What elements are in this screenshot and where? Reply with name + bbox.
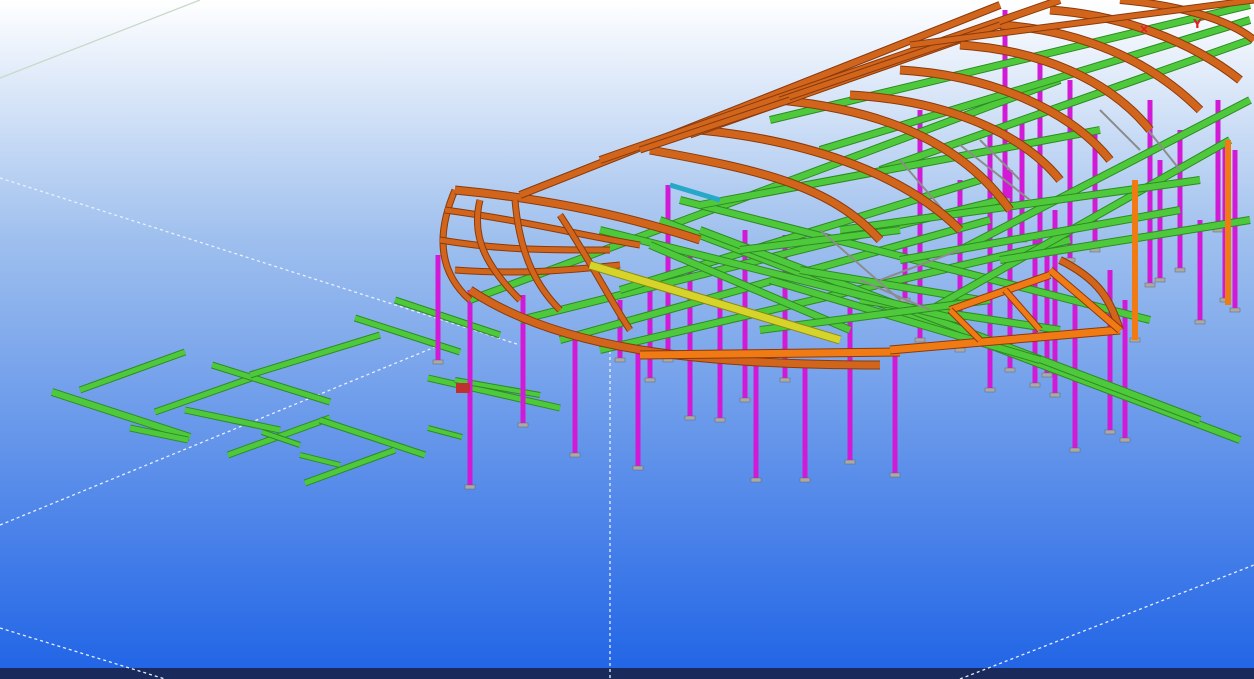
baseplate[interactable] [1194, 319, 1206, 325]
edge-beam[interactable] [639, 348, 901, 359]
baseplate[interactable] [844, 459, 856, 465]
baseplate[interactable] [632, 465, 644, 471]
baseplate[interactable] [644, 377, 656, 383]
baseplate[interactable] [614, 357, 626, 363]
baseplate[interactable] [1144, 282, 1156, 288]
baseplate[interactable] [1069, 447, 1081, 453]
baseplate[interactable] [684, 415, 696, 421]
structural-model-canvas[interactable]: × Y [0, 0, 1254, 679]
baseplate[interactable] [1004, 367, 1016, 373]
axis-y-marker: Y [1192, 17, 1202, 31]
baseplate[interactable] [517, 422, 529, 428]
baseplate[interactable] [1041, 372, 1053, 378]
baseplate[interactable] [914, 337, 926, 343]
baseplate[interactable] [1104, 429, 1116, 435]
connection-detail[interactable] [456, 383, 470, 393]
baseplate[interactable] [714, 417, 726, 423]
baseplate[interactable] [1174, 267, 1186, 273]
baseplate[interactable] [1049, 392, 1061, 398]
baseplate[interactable] [779, 377, 791, 383]
axis-x-marker: × [1139, 22, 1149, 36]
baseplate[interactable] [1154, 277, 1166, 283]
baseplate[interactable] [569, 452, 581, 458]
3d-model-viewport[interactable]: × Y [0, 0, 1254, 679]
baseplate[interactable] [984, 387, 996, 393]
baseplate[interactable] [889, 472, 901, 478]
baseplate[interactable] [750, 477, 762, 483]
baseplate[interactable] [739, 397, 751, 403]
baseplate[interactable] [1119, 437, 1131, 443]
viewport-bottom-edge [0, 668, 1254, 679]
baseplate[interactable] [1029, 382, 1041, 388]
baseplate[interactable] [1229, 307, 1241, 313]
baseplate[interactable] [464, 484, 476, 490]
baseplate[interactable] [432, 359, 444, 365]
baseplate[interactable] [799, 477, 811, 483]
